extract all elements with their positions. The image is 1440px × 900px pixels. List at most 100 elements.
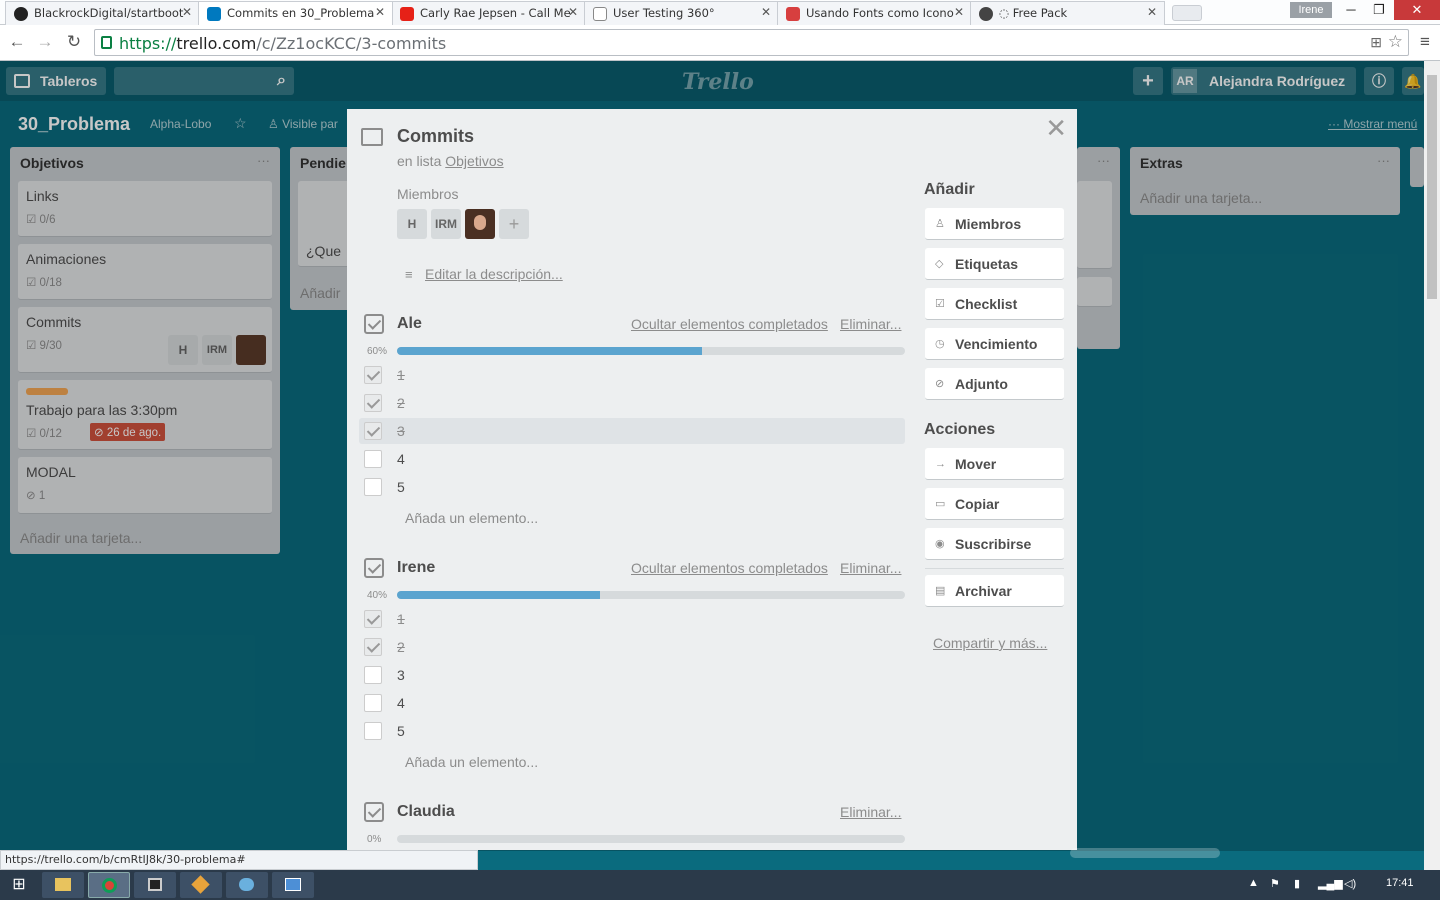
list-link[interactable]: Objetivos	[445, 153, 503, 169]
item-text[interactable]: 3	[397, 423, 405, 439]
close-tab-icon[interactable]: ✕	[761, 5, 771, 19]
battery-icon[interactable]: ▮	[1294, 877, 1300, 890]
file-explorer-icon[interactable]	[42, 872, 84, 898]
add-item-input[interactable]: Añada un elemento...	[405, 754, 538, 770]
browser-tab-active[interactable]: Commits en 30_Problema ✕	[198, 1, 393, 25]
item-checkbox[interactable]	[364, 722, 382, 740]
add-item-input[interactable]: Añada un elemento...	[405, 510, 538, 526]
copy-button[interactable]: ▭ Copiar	[925, 488, 1064, 520]
members-button[interactable]: ♙ Miembros	[925, 208, 1064, 240]
share-more-link[interactable]: Compartir y más...	[933, 635, 1047, 651]
volume-icon[interactable]: ◁)	[1344, 877, 1356, 890]
checklist-item[interactable]: 2	[359, 390, 905, 416]
reload-icon[interactable]: ↻	[63, 32, 85, 52]
item-text[interactable]: 4	[397, 451, 405, 467]
close-tab-icon[interactable]: ✕	[1147, 5, 1157, 19]
close-tab-icon[interactable]: ✕	[568, 5, 578, 19]
item-text[interactable]: 1	[397, 367, 405, 383]
item-checkbox[interactable]	[364, 694, 382, 712]
item-text[interactable]: 2	[397, 639, 405, 655]
minimize-button[interactable]: ─	[1336, 0, 1366, 20]
checklist-item[interactable]: 1	[359, 606, 905, 632]
checklist-item[interactable]: 3	[359, 418, 905, 444]
delete-checklist-link[interactable]: Eliminar...	[840, 560, 901, 576]
item-checkbox[interactable]	[364, 478, 382, 496]
page-scrollbar[interactable]	[1424, 61, 1440, 870]
scrollbar-thumb[interactable]	[1427, 75, 1437, 299]
trello-icon	[207, 7, 221, 21]
menu-icon[interactable]: ≡	[1414, 32, 1436, 52]
signal-icon[interactable]: ▂▄▆	[1318, 877, 1343, 890]
checklist-title[interactable]: Claudia	[397, 803, 455, 821]
item-checkbox[interactable]	[364, 450, 382, 468]
item-checkbox[interactable]	[364, 366, 382, 384]
archive-button[interactable]: ▤ Archivar	[925, 575, 1064, 607]
item-text[interactable]: 5	[397, 479, 405, 495]
checklist-item[interactable]: 2	[359, 634, 905, 660]
delete-checklist-link[interactable]: Eliminar...	[840, 804, 901, 820]
app-icon[interactable]	[134, 872, 176, 898]
checklist-item[interactable]: 1	[359, 362, 905, 388]
profile-badge[interactable]: Irene	[1290, 2, 1332, 18]
item-checkbox[interactable]	[364, 610, 382, 628]
browser-tab[interactable]: User Testing 360° ✕	[584, 1, 779, 25]
close-tab-icon[interactable]: ✕	[182, 5, 192, 19]
member-photo[interactable]	[465, 209, 495, 239]
browser-tab[interactable]: Usando Fonts como Icono ✕	[777, 1, 972, 25]
checklist-title[interactable]: Irene	[397, 559, 435, 577]
back-icon[interactable]: ←	[6, 32, 28, 52]
item-text[interactable]: 4	[397, 695, 405, 711]
delete-checklist-link[interactable]: Eliminar...	[840, 316, 901, 332]
checklist-item[interactable]: 4	[359, 446, 905, 472]
item-checkbox[interactable]	[364, 422, 382, 440]
checklist-item[interactable]: 5	[359, 474, 905, 500]
item-text[interactable]: 5	[397, 723, 405, 739]
clock[interactable]: 17:41	[1386, 877, 1414, 889]
forward-icon[interactable]: →	[34, 32, 56, 52]
checklist-item[interactable]: 3	[359, 662, 905, 688]
hide-completed-link[interactable]: Ocultar elementos completados	[631, 560, 828, 576]
browser-tab[interactable]: Carly Rae Jepsen - Call Me ✕	[391, 1, 586, 25]
labels-button[interactable]: ◇ Etiquetas	[925, 248, 1064, 280]
attachment-button[interactable]: ⊘ Adjunto	[925, 368, 1064, 400]
card-title[interactable]: Commits	[397, 126, 474, 147]
checklist-title[interactable]: Ale	[397, 315, 422, 333]
windows-start-icon[interactable]: ⊞	[4, 872, 34, 898]
url-input[interactable]: https://trello.com/c/Zz1ocKCC/3-commits …	[94, 29, 1409, 56]
restore-button[interactable]: ❐	[1364, 0, 1394, 20]
item-checkbox[interactable]	[364, 394, 382, 412]
item-text[interactable]: 1	[397, 611, 405, 627]
tab-label: Commits en 30_Problema	[227, 6, 375, 20]
star-icon[interactable]: ☆	[1388, 32, 1403, 52]
checklist-item[interactable]: 5	[359, 718, 905, 744]
checklist-button[interactable]: ☑ Checklist	[925, 288, 1064, 320]
member-avatar[interactable]: IRM	[431, 209, 461, 239]
item-text[interactable]: 2	[397, 395, 405, 411]
chrome-icon[interactable]	[88, 872, 130, 898]
item-checkbox[interactable]	[364, 638, 382, 656]
move-button[interactable]: → Mover	[925, 448, 1064, 480]
due-date-button[interactable]: ◷ Vencimiento	[925, 328, 1064, 360]
close-tab-icon[interactable]: ✕	[954, 5, 964, 19]
close-window-button[interactable]: ✕	[1394, 0, 1440, 20]
board-scrollbar[interactable]	[1070, 848, 1220, 858]
edit-description-link[interactable]: Editar la descripción...	[425, 266, 563, 282]
checklist-item[interactable]: 4	[359, 690, 905, 716]
subscribe-button[interactable]: ◉ Suscribirse	[925, 528, 1064, 560]
close-tab-icon[interactable]: ✕	[375, 5, 385, 19]
close-icon[interactable]: ✕	[1045, 115, 1067, 141]
app-icon[interactable]	[226, 872, 268, 898]
flag-icon[interactable]: ⚑	[1270, 877, 1280, 890]
translate-icon[interactable]: ⊞	[1370, 34, 1382, 51]
item-checkbox[interactable]	[364, 666, 382, 684]
app-icon[interactable]	[272, 872, 314, 898]
item-text[interactable]: 3	[397, 667, 405, 683]
browser-tab[interactable]: ◌ Free Pack ✕	[970, 1, 1165, 25]
browser-tab[interactable]: BlackrockDigital/startboot ✕	[5, 1, 200, 25]
app-icon[interactable]	[180, 872, 222, 898]
add-member-button[interactable]: +	[499, 209, 529, 239]
tray-arrow-icon[interactable]: ▲	[1248, 877, 1259, 889]
hide-completed-link[interactable]: Ocultar elementos completados	[631, 316, 828, 332]
new-tab-button[interactable]	[1172, 5, 1202, 21]
member-avatar[interactable]: H	[397, 209, 427, 239]
